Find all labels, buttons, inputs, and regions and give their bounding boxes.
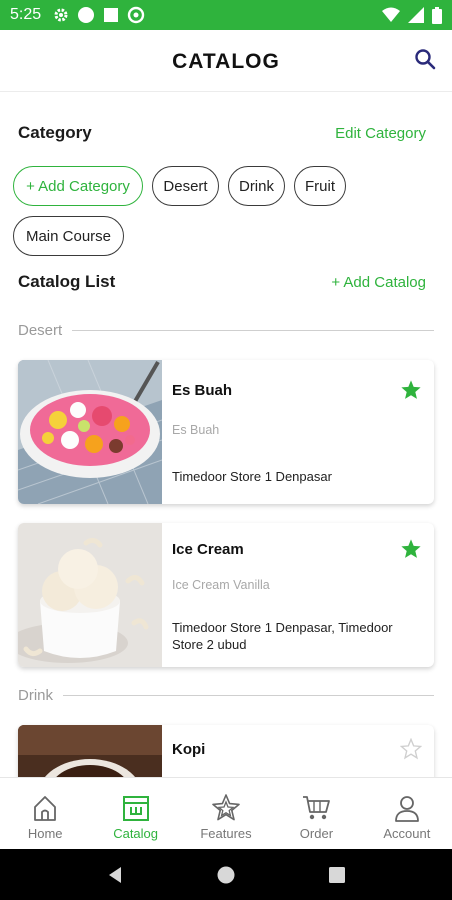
category-chip-drink[interactable]: Drink — [228, 166, 285, 206]
ice-cream-image — [18, 523, 162, 667]
category-chip-desert[interactable]: Desert — [152, 166, 219, 206]
bottom-nav: Home Catalog Features Order Account — [0, 777, 452, 849]
nav-item-catalog[interactable]: Catalog — [90, 778, 180, 849]
wifi-icon — [382, 7, 400, 22]
favorite-star-icon[interactable] — [400, 379, 422, 401]
search-button[interactable] — [412, 46, 438, 72]
catalog-content[interactable]: Category Edit Category + Add Category De… — [0, 93, 452, 777]
catalog-item-description: Es Buah — [172, 423, 220, 437]
nav-item-order[interactable]: Order — [271, 778, 361, 849]
home-icon — [34, 796, 57, 821]
group-divider-desert: Desert — [18, 322, 434, 339]
cart-icon — [303, 796, 331, 820]
features-icon — [212, 794, 240, 821]
favorite-star-icon[interactable] — [400, 538, 422, 560]
catalog-item-name: Ice Cream — [172, 541, 244, 558]
catalog-item-name: Es Buah — [172, 382, 233, 399]
account-icon — [394, 796, 419, 822]
category-chip-main-course[interactable]: Main Course — [13, 216, 124, 256]
add-category-chip[interactable]: + Add Category — [13, 166, 143, 206]
group-label: Desert — [18, 322, 63, 339]
signal-icon — [408, 7, 424, 23]
catalog-card-kopi[interactable]: Kopi — [18, 725, 434, 777]
system-nav-bar — [0, 849, 452, 900]
catalog-card-es-buah[interactable]: Es Buah Es Buah Timedoor Store 1 Denpasa… — [18, 360, 434, 504]
status-bar: 5:25 — [0, 0, 452, 30]
recents-icon[interactable] — [328, 866, 346, 884]
battery-icon — [432, 6, 442, 24]
nav-label: Features — [200, 826, 252, 841]
sync-icon — [127, 6, 145, 24]
catalog-item-store: Timedoor Store 1 Denpasar — [172, 469, 332, 484]
edit-category-link[interactable]: Edit Category — [335, 125, 426, 142]
kopi-image — [18, 725, 162, 777]
nav-label: Home — [27, 826, 63, 841]
status-time: 5:25 — [10, 6, 42, 23]
category-header: Category Edit Category — [18, 123, 426, 143]
nav-label: Catalog — [113, 826, 159, 841]
add-catalog-link[interactable]: + Add Catalog — [331, 274, 426, 291]
settings-icon — [54, 8, 68, 22]
group-label: Drink — [18, 687, 54, 704]
es-buah-image — [18, 360, 162, 504]
back-icon[interactable] — [106, 865, 124, 885]
catalog-item-name: Kopi — [172, 741, 206, 758]
search-icon — [415, 49, 436, 70]
catalog-item-description: Ice Cream Vanilla — [172, 578, 270, 592]
category-chip-fruit[interactable]: Fruit — [294, 166, 346, 206]
group-divider-drink: Drink — [18, 687, 434, 704]
stop-icon — [104, 8, 119, 22]
nav-label: Account — [383, 826, 431, 841]
catalog-icon — [122, 796, 149, 821]
catalog-item-store: Timedoor Store 1 Denpasar, Timedoor Stor… — [172, 620, 393, 652]
divider-line — [63, 695, 434, 696]
catalog-list-header: Catalog List + Add Catalog — [18, 272, 426, 292]
nav-label: Order — [299, 826, 334, 841]
page-title: CATALOG — [172, 50, 280, 73]
nav-item-features[interactable]: Features — [181, 778, 271, 849]
nav-item-home[interactable]: Home — [0, 778, 90, 849]
catalog-list-title: Catalog List — [18, 272, 116, 291]
home-circle-icon[interactable] — [216, 865, 236, 885]
catalog-card-ice-cream[interactable]: Ice Cream Ice Cream Vanilla Timedoor Sto… — [18, 523, 434, 667]
category-title: Category — [18, 123, 92, 142]
nav-item-account[interactable]: Account — [362, 778, 452, 849]
favorite-star-outline-icon[interactable] — [400, 738, 422, 760]
app-bar: CATALOG — [0, 30, 452, 92]
record-icon — [78, 7, 95, 23]
divider-line — [72, 330, 434, 331]
